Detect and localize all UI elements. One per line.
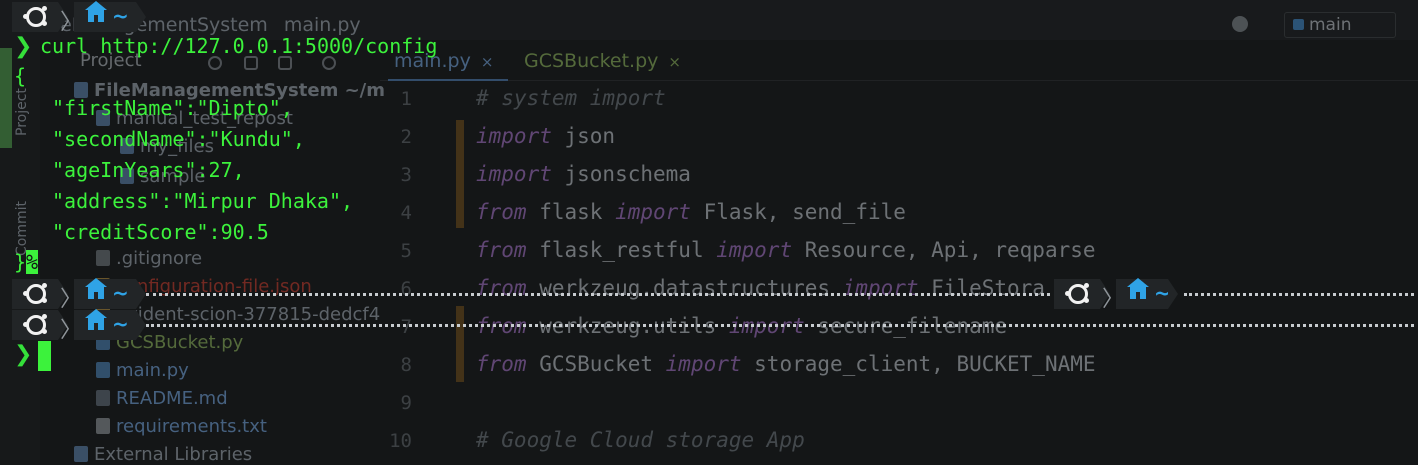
- prompt-filler: [1184, 293, 1414, 296]
- os-segment: [12, 279, 68, 309]
- prompt-chevron: ❯: [14, 342, 33, 367]
- json-line: "secondName":"Kundu",: [52, 127, 305, 151]
- json-line: "creditScore":90.5: [52, 220, 269, 244]
- terminal[interactable]: 〉 ~ ❯ curl http://127.0.0.1:5000/config …: [0, 0, 1418, 460]
- json-line: "firstName":"Dipto",: [52, 96, 293, 120]
- json-open-brace: {: [14, 64, 27, 88]
- no-newline-marker: %: [26, 250, 39, 274]
- ubuntu-icon: [23, 283, 47, 304]
- json-line: "ageInYears":27,: [52, 158, 245, 182]
- prompt-dir: ~: [112, 312, 129, 336]
- terminal-cursor[interactable]: [38, 341, 51, 371]
- os-segment: [12, 310, 68, 340]
- dir-segment: ~: [74, 1, 146, 32]
- prompt-dir: ~: [112, 281, 129, 305]
- prompt-dir: ~: [1154, 281, 1171, 305]
- ubuntu-icon: [23, 6, 47, 27]
- home-icon: [85, 278, 107, 299]
- prompt-filler: [146, 293, 1050, 296]
- home-icon: [1127, 278, 1149, 299]
- prompt-chevron: ❯: [14, 34, 33, 59]
- home-icon: [85, 1, 107, 22]
- json-close-brace: }: [14, 250, 27, 274]
- json-close-line: }%: [14, 250, 39, 274]
- dir-segment: ~: [74, 278, 146, 309]
- ubuntu-icon: [23, 314, 47, 335]
- os-segment: [1054, 279, 1110, 309]
- dir-segment: ~: [74, 309, 146, 340]
- ubuntu-icon: [1065, 283, 1089, 304]
- dir-segment: ~: [1116, 278, 1178, 309]
- prompt-dir: ~: [112, 4, 129, 28]
- command-text: curl http://127.0.0.1:5000/config: [40, 34, 438, 58]
- prompt-filler: [146, 324, 1414, 327]
- json-line: "address":"Mirpur Dhaka",: [52, 189, 354, 213]
- os-segment: [12, 2, 68, 32]
- home-icon: [85, 309, 107, 330]
